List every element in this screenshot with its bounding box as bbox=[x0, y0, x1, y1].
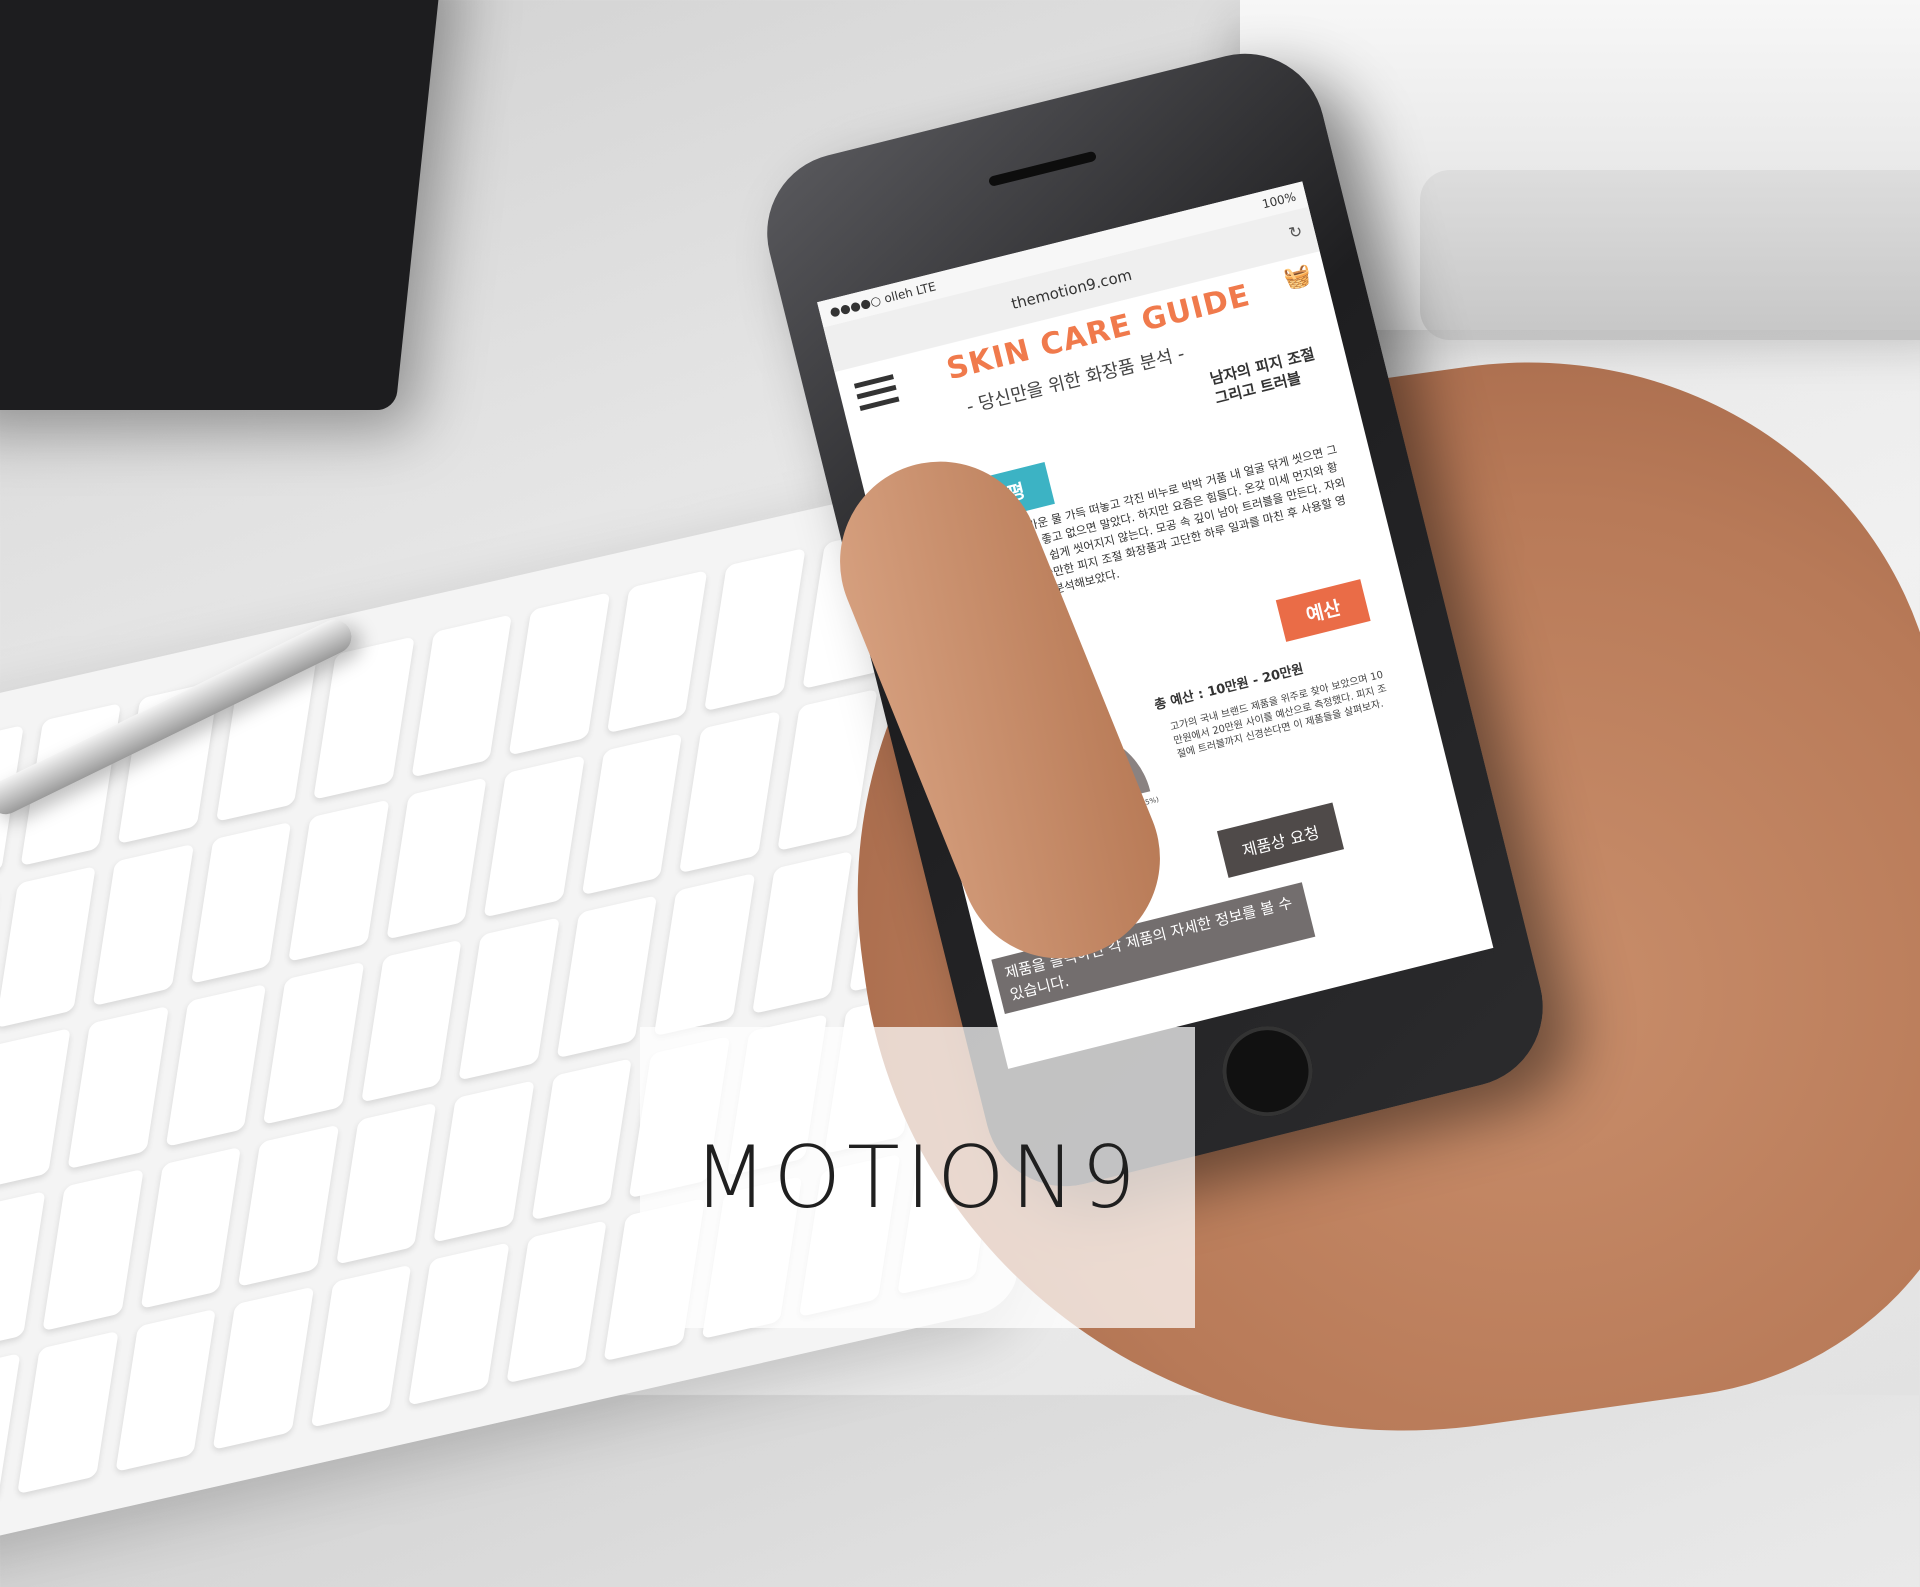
home-button[interactable] bbox=[1212, 1016, 1323, 1126]
background-tablet bbox=[0, 0, 445, 410]
logo-panel: MOTION9 bbox=[640, 1027, 1195, 1328]
section-budget-ribbon: 예산 bbox=[1275, 579, 1371, 642]
budget-label: 총 예산 : bbox=[1153, 686, 1206, 714]
background-monitor-stand bbox=[1420, 170, 1920, 340]
product-request-button[interactable]: 제품상 요청 bbox=[1216, 802, 1344, 878]
battery-label: 100% bbox=[1260, 189, 1298, 212]
reload-icon[interactable]: ↻ bbox=[1287, 221, 1305, 243]
phone-speaker bbox=[987, 150, 1098, 187]
subject-heading: 남자의 피지 조절 그리고 트러블 bbox=[1208, 344, 1322, 409]
basket-icon[interactable]: 🧺 bbox=[1281, 262, 1314, 293]
network-label: LTE bbox=[914, 279, 938, 298]
hamburger-menu-icon[interactable] bbox=[853, 374, 900, 411]
motion9-logo: MOTION9 bbox=[693, 1127, 1142, 1228]
